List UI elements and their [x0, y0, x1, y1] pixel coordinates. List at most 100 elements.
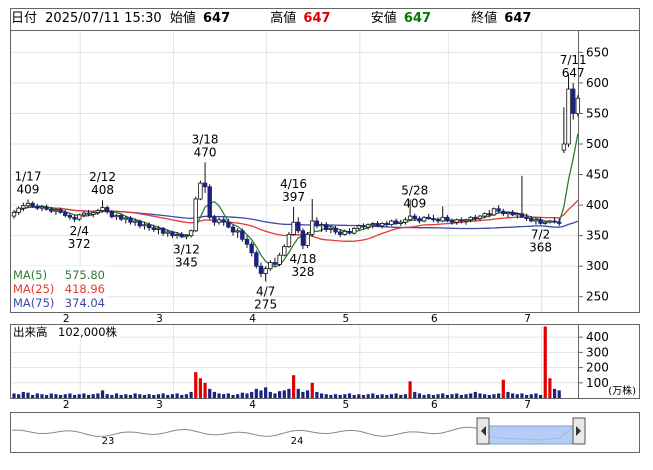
- volume-bar: [68, 393, 72, 398]
- candle-body: [421, 216, 427, 222]
- candle-body: [282, 246, 287, 256]
- volume-bar: [427, 394, 431, 398]
- volume-bar: [445, 394, 449, 398]
- candle-body: [510, 212, 515, 216]
- annotation-value: 408: [91, 183, 114, 197]
- candle-body: [337, 231, 343, 235]
- candle-body: [179, 234, 184, 238]
- candle-body: [300, 230, 306, 246]
- candle-body: [314, 220, 320, 227]
- volume-bar: [180, 394, 184, 398]
- volume-bar: [26, 392, 30, 398]
- annotation-date: 3/18: [192, 132, 219, 146]
- candle-body: [286, 234, 292, 248]
- volume-bar: [217, 393, 221, 398]
- candle-body: [123, 217, 129, 220]
- volume-bar: [119, 394, 123, 398]
- candle-body: [230, 226, 236, 233]
- candle-body: [351, 227, 357, 234]
- price-tick-label: 250: [586, 290, 609, 304]
- candle-body: [114, 215, 119, 218]
- price-x-tick-label: 3: [156, 313, 163, 325]
- navigator-right-handle[interactable]: [572, 417, 586, 445]
- volume-bar: [282, 390, 286, 398]
- candle-body: [310, 220, 315, 235]
- volume-bar: [45, 394, 49, 398]
- candle-body: [440, 216, 445, 222]
- volume-bar: [534, 393, 538, 398]
- annotation-date: 2/4: [70, 224, 89, 238]
- volume-bar: [259, 390, 263, 398]
- candle-body: [100, 207, 105, 211]
- candle-body: [296, 221, 301, 232]
- candle-body: [193, 198, 198, 232]
- candle-body: [86, 212, 91, 215]
- candle-body: [575, 97, 581, 114]
- chart-svg: 1/174092/124082/43723/184703/123454/1639…: [10, 30, 640, 453]
- volume-bar: [436, 394, 440, 398]
- candle-body: [207, 186, 212, 218]
- volume-bar: [231, 394, 235, 398]
- candle-body: [25, 202, 31, 207]
- candle-body: [515, 213, 520, 216]
- price-x-ticks: 2 3 4 5 6 7: [63, 313, 531, 325]
- candle-body: [244, 238, 250, 245]
- price-x-tick-label: 7: [524, 313, 531, 325]
- candle-body: [491, 208, 497, 216]
- volume-bar: [501, 379, 505, 398]
- candle-body: [81, 212, 87, 216]
- volume-bar: [352, 394, 356, 398]
- volume-bar: [12, 393, 16, 398]
- volume-bar: [236, 394, 240, 398]
- volume-bar: [40, 394, 44, 398]
- navigator-selection[interactable]: [488, 425, 574, 445]
- volume-bar: [441, 393, 445, 398]
- volume-bar: [264, 387, 268, 398]
- candle-body: [547, 220, 553, 223]
- candle-body: [482, 213, 487, 217]
- volume-bar: [245, 393, 249, 398]
- ma25-value: 418.96: [65, 282, 105, 296]
- volume-bar: [203, 382, 207, 398]
- volume-bar: [82, 393, 86, 398]
- candle-body: [72, 216, 77, 220]
- volume-bar: [54, 394, 58, 398]
- candle-body: [240, 230, 245, 240]
- candle-body: [379, 223, 385, 227]
- candle-body: [30, 202, 35, 207]
- price-tick-label: 500: [586, 137, 609, 151]
- candle-body: [184, 235, 189, 238]
- volume-x-tick-label: 4: [249, 399, 256, 411]
- annotation-value: 368: [529, 241, 552, 255]
- annotation-date: 7/11: [560, 53, 587, 67]
- volume-bar: [347, 393, 352, 398]
- candle-body: [389, 220, 394, 226]
- annotation-value: 647: [562, 66, 585, 80]
- candle-body: [445, 216, 450, 222]
- candle-body: [235, 230, 240, 233]
- candle-body: [272, 262, 278, 265]
- ma-legend: MA(5) 575.80 MA(25) 418.96 MA(75) 374.04: [11, 266, 107, 312]
- volume-bar: [413, 391, 417, 398]
- candle-body: [552, 220, 557, 223]
- candle-body: [505, 212, 511, 215]
- candle-body: [501, 210, 506, 215]
- annotation-value: 470: [194, 145, 217, 159]
- volume-bar: [17, 394, 21, 398]
- volume-bar: [198, 378, 202, 398]
- volume-title: 出来高: [13, 325, 48, 339]
- volume-bar: [301, 391, 305, 398]
- volume-bar: [450, 394, 454, 398]
- volume-bar: [483, 394, 487, 398]
- volume-bar: [278, 391, 282, 398]
- annotation-date: 1/17: [15, 170, 42, 184]
- volume-bar: [100, 390, 105, 398]
- volume-x-ticks: 2 3 4 5 6 7: [63, 399, 531, 411]
- volume-bar: [96, 393, 100, 398]
- candle-body: [454, 219, 459, 223]
- price-tick-label: 550: [586, 106, 609, 120]
- volume-bar: [273, 393, 277, 398]
- candle-body: [137, 220, 143, 227]
- navigator-left-handle[interactable]: [476, 417, 490, 445]
- annotation-date: 5/28: [401, 184, 428, 198]
